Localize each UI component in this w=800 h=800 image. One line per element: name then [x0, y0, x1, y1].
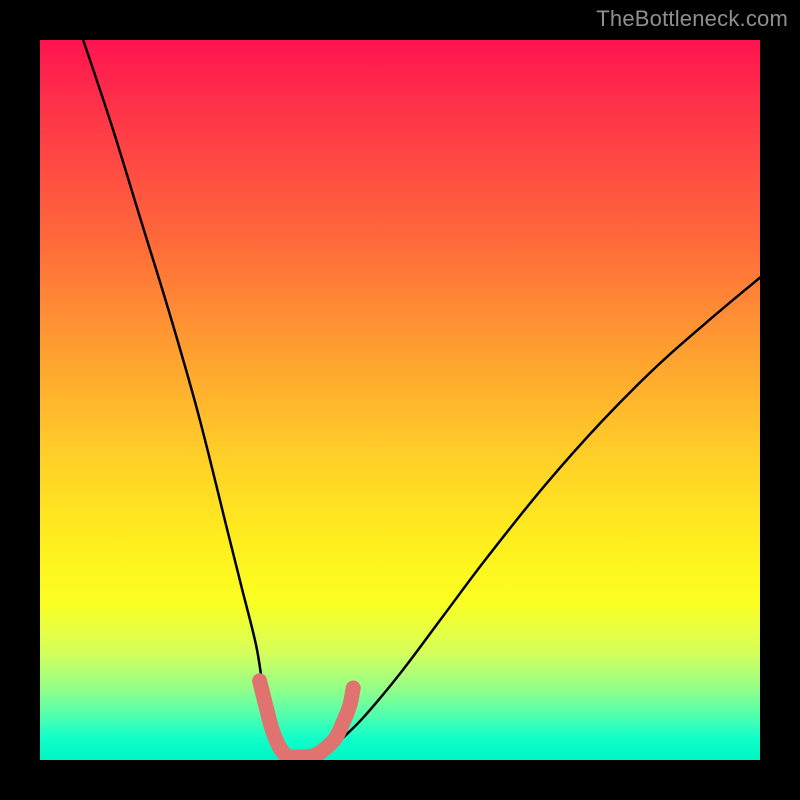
watermark-label: TheBottleneck.com — [596, 6, 788, 32]
chart-frame: TheBottleneck.com — [0, 0, 800, 800]
chart-overlay — [40, 40, 760, 760]
valley-marker-path — [260, 681, 354, 757]
plot-area — [40, 40, 760, 760]
bottleneck-curve-path — [83, 40, 760, 760]
